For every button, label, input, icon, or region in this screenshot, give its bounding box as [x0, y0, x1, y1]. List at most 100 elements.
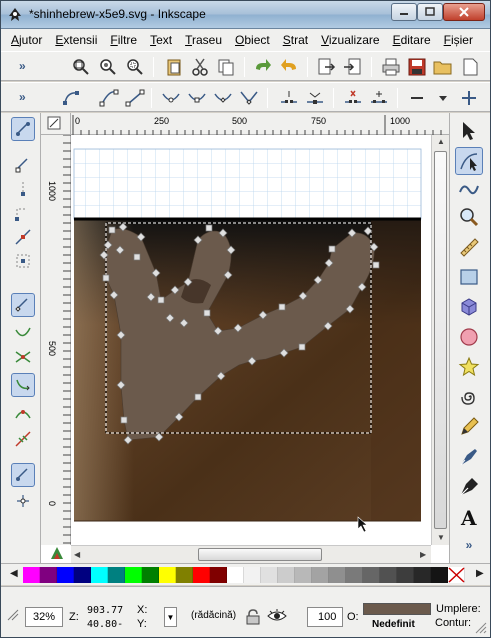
- join-nodes-icon[interactable]: [305, 88, 325, 108]
- palette-swatch[interactable]: [329, 567, 346, 583]
- zoom-field[interactable]: 32%: [25, 607, 63, 627]
- join-segment-icon[interactable]: [369, 88, 389, 108]
- snap-bbox-edges-toggle[interactable]: [11, 177, 35, 201]
- palette-swatch[interactable]: [261, 567, 278, 583]
- 3d-box-tool[interactable]: [455, 293, 483, 321]
- path-node[interactable]: [133, 253, 141, 261]
- menu-editare[interactable]: Editare: [393, 33, 431, 47]
- tweak-tool[interactable]: [455, 175, 483, 203]
- vertical-ruler[interactable]: 1000 500 0: [41, 135, 71, 545]
- menu-fisier[interactable]: Fișier: [444, 33, 473, 47]
- rectangle-tool[interactable]: [455, 263, 483, 291]
- path-node[interactable]: [102, 274, 110, 282]
- star-tool[interactable]: [455, 353, 483, 381]
- palette-swatch[interactable]: [414, 567, 431, 583]
- maximize-button[interactable]: [417, 3, 443, 21]
- palette-swatch[interactable]: [142, 567, 159, 583]
- menu-extensii[interactable]: Extensii: [55, 33, 97, 47]
- delete-nodes-icon[interactable]: [407, 88, 427, 108]
- snap-rotation-center-toggle[interactable]: [11, 489, 35, 513]
- palette-swatch[interactable]: [346, 567, 363, 583]
- menu-text[interactable]: Text: [150, 33, 172, 47]
- path-node[interactable]: [205, 224, 213, 232]
- print-icon[interactable]: [381, 57, 401, 77]
- more-tools[interactable]: »: [455, 535, 483, 555]
- zoom-drawing-icon[interactable]: [98, 57, 118, 77]
- palette-swatch[interactable]: [431, 567, 448, 583]
- path-node[interactable]: [328, 245, 336, 253]
- make-segments-curves-icon[interactable]: [99, 88, 119, 108]
- menu-strat[interactable]: Strat: [283, 33, 308, 47]
- snap-paths-toggle[interactable]: [11, 321, 35, 345]
- palette-swatch[interactable]: [125, 567, 142, 583]
- palette-swatch[interactable]: [40, 567, 57, 583]
- node-smooth-icon[interactable]: [213, 88, 233, 108]
- fill-color-swatch[interactable]: [363, 603, 431, 615]
- object-to-path-icon[interactable]: [61, 88, 81, 108]
- palette-scroll-right[interactable]: ▶: [476, 568, 484, 579]
- vertical-scroll-thumb[interactable]: [434, 151, 447, 529]
- path-node[interactable]: [298, 343, 306, 351]
- snap-bbox-corners-toggle[interactable]: [11, 201, 35, 225]
- resize-grip-icon[interactable]: [475, 622, 487, 637]
- current-layer[interactable]: (rădăcină): [191, 610, 236, 621]
- menu-obiect[interactable]: Obiect: [235, 33, 270, 47]
- palette-swatch[interactable]: [23, 567, 40, 583]
- calligraphy-tool[interactable]: [455, 473, 483, 501]
- menu-traseu[interactable]: Traseu: [185, 33, 222, 47]
- path-node[interactable]: [203, 309, 211, 317]
- measure-tool[interactable]: [455, 233, 483, 261]
- pen-tool[interactable]: [455, 443, 483, 471]
- horizontal-scroll-thumb[interactable]: [198, 548, 322, 561]
- path-node[interactable]: [372, 261, 380, 269]
- paste-icon[interactable]: [164, 57, 184, 77]
- menu-ajutor[interactable]: Ajutor: [11, 33, 42, 47]
- snap-midpoints-toggle[interactable]: [11, 427, 35, 451]
- snap-smooth-toggle[interactable]: [11, 401, 35, 425]
- zoom-selection-icon[interactable]: [71, 57, 91, 77]
- node-tool[interactable]: [455, 147, 483, 175]
- rulers-guide-icon[interactable]: [47, 116, 65, 130]
- palette-swatch[interactable]: [244, 567, 261, 583]
- snap-enable-toggle[interactable]: [11, 117, 35, 141]
- toggle-visibility-icon[interactable]: [267, 608, 287, 627]
- snap-nodes-toggle[interactable]: [11, 293, 35, 317]
- open-icon[interactable]: [433, 57, 453, 77]
- palette-scroll-left[interactable]: ◀: [10, 568, 18, 579]
- palette-swatch[interactable]: [397, 567, 414, 583]
- palette-swatch[interactable]: [91, 567, 108, 583]
- palette-swatch[interactable]: [227, 567, 244, 583]
- horizontal-scrollbar[interactable]: ◀ ▶: [71, 545, 431, 563]
- snap-bbox-center-toggle[interactable]: [11, 249, 35, 273]
- zoom-page-icon[interactable]: [125, 57, 145, 77]
- palette-swatch[interactable]: [295, 567, 312, 583]
- snap-bbox-midpoints-toggle[interactable]: [11, 225, 35, 249]
- horizontal-ruler[interactable]: 0 250 500 750 1000: [71, 113, 474, 135]
- text-tool[interactable]: A: [455, 503, 483, 531]
- node-cusp-icon[interactable]: [239, 88, 259, 108]
- canvas-palette-icon[interactable]: [49, 545, 67, 564]
- import-icon[interactable]: [343, 57, 363, 77]
- layer-dropdown[interactable]: ▼: [164, 607, 177, 627]
- lock-layer-icon[interactable]: [246, 609, 260, 628]
- redo-icon[interactable]: [253, 57, 273, 77]
- scroll-up-arrow[interactable]: ▲: [437, 137, 445, 146]
- palette-swatch[interactable]: [312, 567, 329, 583]
- palette-swatch[interactable]: [278, 567, 295, 583]
- make-segments-lines-icon[interactable]: [125, 88, 145, 108]
- scroll-left-arrow[interactable]: ◀: [74, 550, 80, 559]
- path-node[interactable]: [194, 393, 202, 401]
- stroke-value[interactable]: Nedefinit: [372, 619, 415, 630]
- node-symmetric-icon[interactable]: [187, 88, 207, 108]
- snap-cusp-toggle[interactable]: [11, 373, 35, 397]
- palette-swatch[interactable]: [176, 567, 193, 583]
- snap-center-toggle[interactable]: [11, 463, 35, 487]
- scroll-right-arrow[interactable]: ▶: [420, 550, 426, 559]
- path-node[interactable]: [108, 226, 116, 234]
- pencil-tool[interactable]: [455, 413, 483, 441]
- menu-vizualizare[interactable]: Vizualizare: [321, 33, 380, 47]
- palette-swatch[interactable]: [159, 567, 176, 583]
- palette-swatch-none[interactable]: [448, 567, 465, 583]
- insert-nodes-icon[interactable]: [459, 88, 479, 108]
- copy-icon[interactable]: [216, 57, 236, 77]
